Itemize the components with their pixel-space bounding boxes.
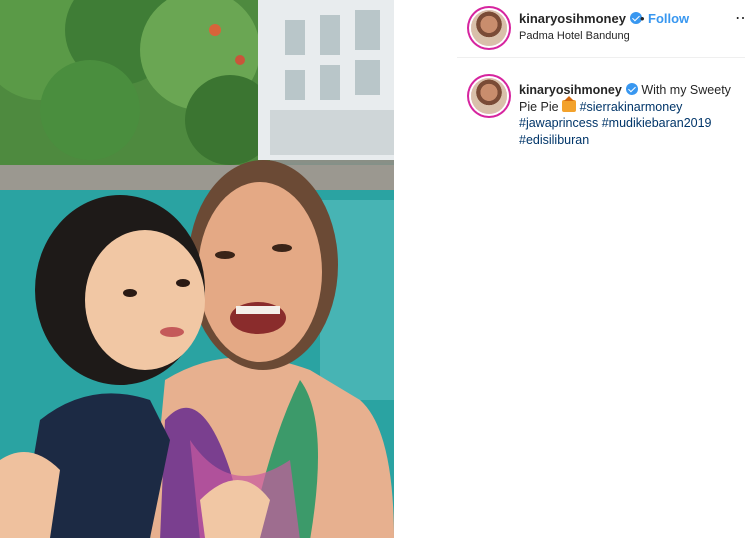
more-options-icon[interactable]: ⋯ — [735, 8, 745, 28]
verified-icon — [625, 83, 638, 95]
house-emoji-icon — [562, 95, 577, 112]
photo-illustration — [0, 0, 394, 538]
post-photo[interactable] — [0, 0, 394, 538]
hashtag-link[interactable]: #mudikiebaran2019 — [602, 116, 712, 130]
caption-text: kinaryosihmoney With my Sweety Pie Pie #… — [519, 82, 739, 148]
separator-dot: • — [640, 11, 645, 26]
hashtag-link[interactable]: #edisiliburan — [519, 133, 589, 147]
post-username[interactable]: kinaryosihmoney — [519, 11, 642, 26]
location-link[interactable]: Padma Hotel Bandung — [519, 30, 630, 42]
follow-button[interactable]: Follow — [648, 11, 689, 26]
hashtag-link[interactable]: #sierrakinarmoney — [580, 100, 683, 114]
post-header: kinaryosihmoney • Follow ⋯ Padma Hotel B… — [457, 0, 745, 58]
post-side-panel: kinaryosihmoney • Follow ⋯ Padma Hotel B… — [457, 0, 745, 538]
username-label[interactable]: kinaryosihmoney — [519, 11, 626, 26]
caption-comment: kinaryosihmoney With my Sweety Pie Pie #… — [457, 58, 745, 158]
hashtag-link[interactable]: #jawaprincess — [519, 116, 598, 130]
avatar[interactable] — [471, 78, 507, 114]
avatar[interactable] — [471, 10, 507, 46]
